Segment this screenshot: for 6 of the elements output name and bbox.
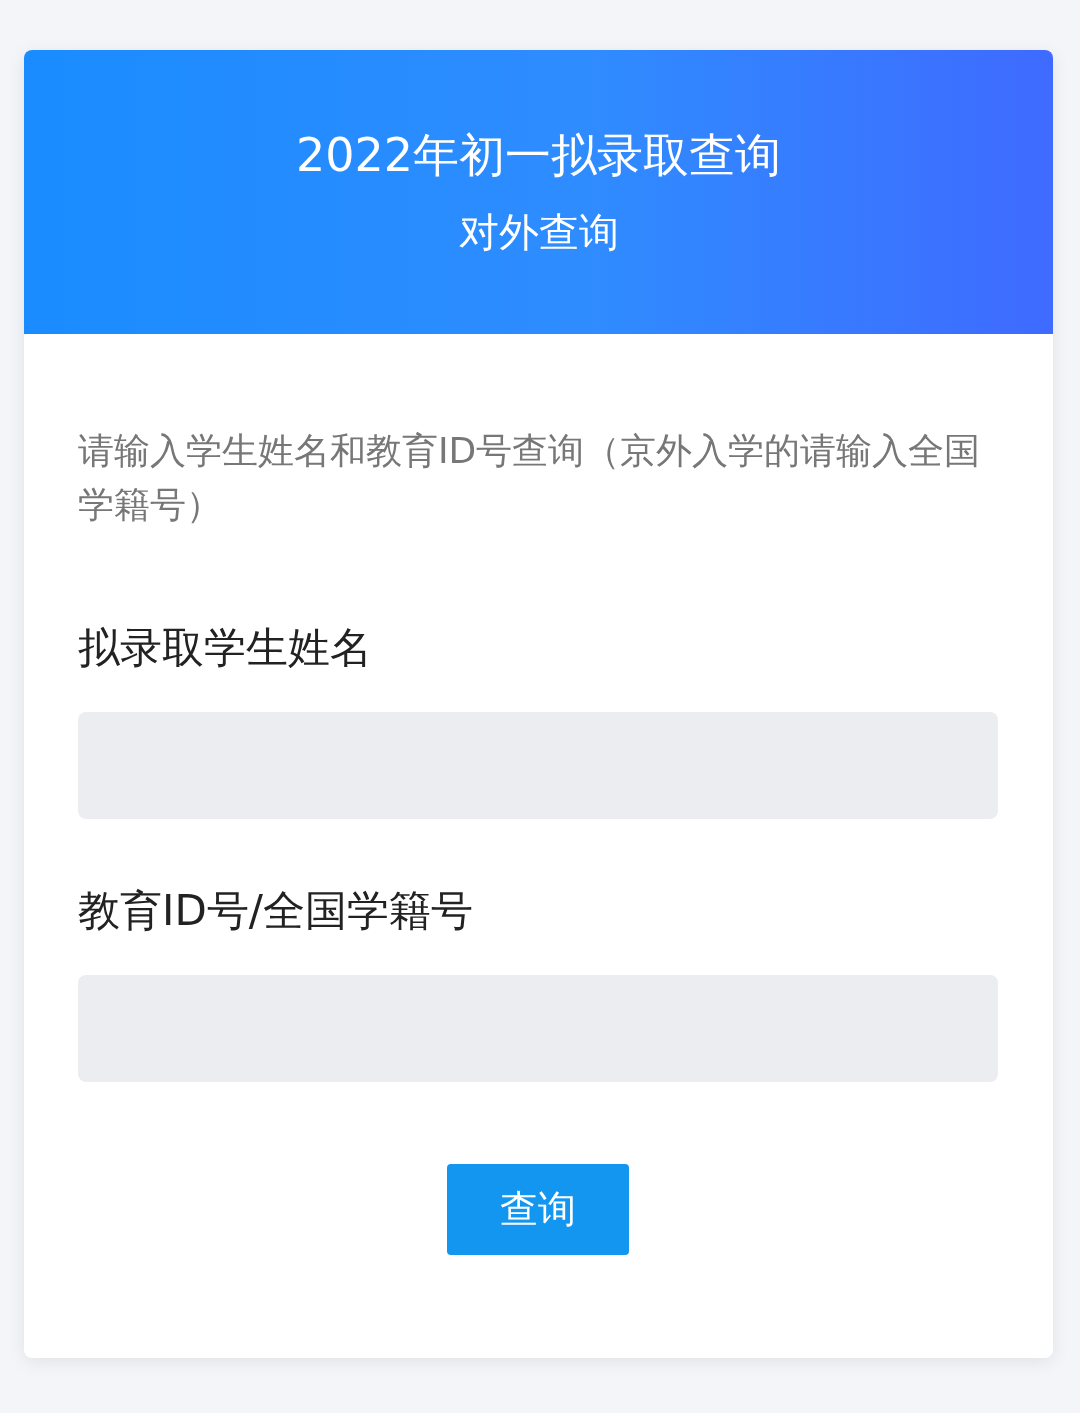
field-label: 教育ID号/全国学籍号 [78,885,474,937]
instruction-text: 请输入学生姓名和教育ID号查询（京外入学的请输入全国学籍号） [78,429,982,527]
page-subtitle: 对外查询 [458,208,619,257]
page-title: 2022年初一拟录取查询 [295,127,782,183]
query-button[interactable]: 查询 [447,1164,629,1255]
field-label: 拟录取学生姓名 [78,622,373,674]
